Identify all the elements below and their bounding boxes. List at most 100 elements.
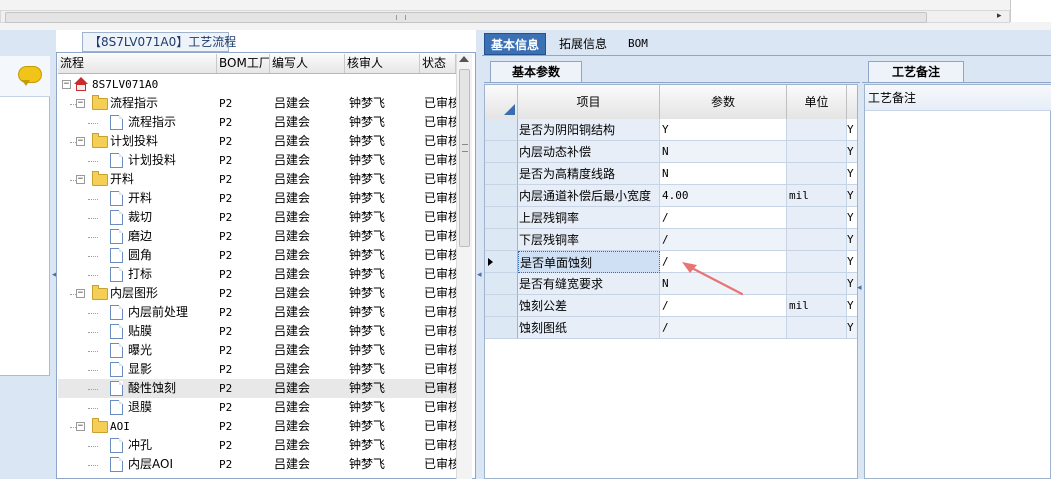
- grid-col-item[interactable]: 项目: [518, 85, 660, 119]
- tree-col-flow[interactable]: 流程: [58, 54, 217, 73]
- tab-process-note[interactable]: 工艺备注: [868, 61, 964, 83]
- grid-row[interactable]: 是否为阴阳铜结构 Y Y: [485, 119, 857, 141]
- tree-row[interactable]: 内层AOI P2 吕建会 钟梦飞 已审核: [58, 455, 456, 474]
- tree-cell-reviewer: 钟梦飞: [349, 248, 386, 262]
- grid-row[interactable]: 内层通道补偿后最小宽度 4.00 mil Y: [485, 185, 857, 207]
- collapse-toggle-icon[interactable]: −: [76, 175, 85, 184]
- tree-cell-reviewer: 钟梦飞: [349, 172, 386, 186]
- row-indicator[interactable]: [485, 317, 518, 339]
- grid-cell-param[interactable]: N: [660, 163, 787, 185]
- tab-bom[interactable]: BOM: [622, 33, 654, 55]
- tree-cell-bom: P2: [219, 97, 233, 110]
- folder-icon: [92, 133, 108, 148]
- tree-row[interactable]: − 8S7LV071A0: [58, 75, 456, 94]
- splitter-arrow-icon[interactable]: ◂: [477, 270, 482, 280]
- tree-title-tab[interactable]: 【8S7LV071A0】工艺流程: [82, 32, 236, 52]
- row-indicator[interactable]: [485, 273, 518, 295]
- tree-row[interactable]: 裁切 P2 吕建会 钟梦飞 已审核: [58, 208, 456, 227]
- tree-node-label: 冲孔: [128, 438, 153, 452]
- horizontal-scrollbar-thumb[interactable]: [5, 12, 927, 23]
- tree-row[interactable]: 退膜 P2 吕建会 钟梦飞 已审核: [58, 398, 456, 417]
- tree-row[interactable]: 磨边 P2 吕建会 钟梦飞 已审核: [58, 227, 456, 246]
- grid-cell-flag: Y: [847, 229, 857, 251]
- grid-cell-param[interactable]: N: [660, 141, 787, 163]
- grid-cell-param[interactable]: Y: [660, 119, 787, 141]
- tree-node-label: 开料: [128, 191, 153, 205]
- tree-row[interactable]: 显影 P2 吕建会 钟梦飞 已审核: [58, 360, 456, 379]
- scroll-grip-icon: [462, 144, 468, 152]
- tree-row[interactable]: 圆角 P2 吕建会 钟梦飞 已审核: [58, 246, 456, 265]
- row-indicator[interactable]: [485, 207, 518, 229]
- grid-row[interactable]: 是否单面蚀刻 / Y: [485, 251, 857, 273]
- document-icon: [110, 324, 123, 339]
- collapse-toggle-icon[interactable]: −: [76, 137, 85, 146]
- tree-node-label: 贴膜: [128, 324, 153, 338]
- tree-row[interactable]: 打标 P2 吕建会 钟梦飞 已审核: [58, 265, 456, 284]
- grid-col-extra[interactable]: [847, 85, 857, 119]
- row-indicator[interactable]: [485, 119, 518, 141]
- grid-header: 项目 参数 单位: [485, 85, 857, 120]
- tree-row[interactable]: 酸性蚀刻 P2 吕建会 钟梦飞 已审核: [58, 379, 456, 398]
- tree-node-label: 流程指示: [128, 115, 177, 129]
- tab-extended-info[interactable]: 拓展信息: [553, 33, 613, 55]
- grid-col-param[interactable]: 参数: [660, 85, 787, 119]
- tree-cell-status: 已审核: [424, 305, 456, 319]
- note-splitter-arrow-icon[interactable]: ◂: [857, 283, 862, 293]
- tree-vertical-scrollbar[interactable]: [456, 54, 472, 479]
- tree-row[interactable]: 贴膜 P2 吕建会 钟梦飞 已审核: [58, 322, 456, 341]
- row-indicator[interactable]: [485, 229, 518, 251]
- grid-cell-param[interactable]: 4.00: [660, 185, 787, 207]
- collapse-toggle-icon[interactable]: −: [76, 422, 85, 431]
- grid-cell-param[interactable]: /: [660, 295, 787, 317]
- tree-row[interactable]: − 开料 P2 吕建会 钟梦飞 已审核: [58, 170, 456, 189]
- row-indicator[interactable]: [485, 251, 518, 273]
- scroll-up-arrow-icon[interactable]: [459, 56, 469, 62]
- row-indicator[interactable]: [485, 141, 518, 163]
- tree-row[interactable]: 曝光 P2 吕建会 钟梦飞 已审核: [58, 341, 456, 360]
- tree-cell-bom: P2: [219, 382, 233, 395]
- grid-row[interactable]: 蚀刻公差 / mil Y: [485, 295, 857, 317]
- grid-cell-param[interactable]: /: [660, 317, 787, 339]
- document-icon: [110, 438, 123, 453]
- tree-row[interactable]: − 计划投料 P2 吕建会 钟梦飞 已审核: [58, 132, 456, 151]
- horizontal-scrollbar[interactable]: ▸: [0, 10, 1010, 23]
- row-indicator[interactable]: [485, 163, 518, 185]
- tree-row[interactable]: 计划投料 P2 吕建会 钟梦飞 已审核: [58, 151, 456, 170]
- scroll-grip-icon: [396, 15, 406, 20]
- grid-row[interactable]: 内层动态补偿 N Y: [485, 141, 857, 163]
- document-icon: [110, 343, 123, 358]
- grid-row[interactable]: 蚀刻图纸 / Y: [485, 317, 857, 339]
- tree-row[interactable]: 开料 P2 吕建会 钟梦飞 已审核: [58, 189, 456, 208]
- tree-row[interactable]: − 流程指示 P2 吕建会 钟梦飞 已审核: [58, 94, 456, 113]
- collapse-toggle-icon[interactable]: −: [76, 289, 85, 298]
- grid-row[interactable]: 下层残铜率 / Y: [485, 229, 857, 251]
- row-indicator[interactable]: [485, 295, 518, 317]
- row-indicator[interactable]: [485, 185, 518, 207]
- grid-cell-param[interactable]: /: [660, 207, 787, 229]
- process-note-body[interactable]: [864, 84, 1051, 479]
- collapse-toggle-icon[interactable]: −: [76, 99, 85, 108]
- grid-col-unit[interactable]: 单位: [787, 85, 847, 119]
- tree-cell-bom: P2: [219, 325, 233, 338]
- tree-col-writer[interactable]: 编写人: [270, 54, 345, 73]
- tree-col-status[interactable]: 状态: [420, 54, 456, 73]
- tree-row[interactable]: − 内层图形 P2 吕建会 钟梦飞 已审核: [58, 284, 456, 303]
- tab-basic-info[interactable]: 基本信息: [484, 33, 547, 55]
- tree-row[interactable]: − AOI P2 吕建会 钟梦飞 已审核: [58, 417, 456, 436]
- tree-scrollbar-thumb[interactable]: [459, 69, 470, 247]
- grid-row[interactable]: 上层残铜率 / Y: [485, 207, 857, 229]
- tree-col-reviewer[interactable]: 核审人: [345, 54, 420, 73]
- tree-col-bom[interactable]: BOM工厂: [217, 54, 270, 73]
- tree-row[interactable]: 冲孔 P2 吕建会 钟梦飞 已审核: [58, 436, 456, 455]
- tree-node-label: 内层AOI: [128, 457, 173, 471]
- tab-basic-params[interactable]: 基本参数: [490, 61, 582, 83]
- grid-row[interactable]: 是否为高精度线路 N Y: [485, 163, 857, 185]
- grid-cell-param[interactable]: /: [660, 229, 787, 251]
- tree-row[interactable]: 流程指示 P2 吕建会 钟梦飞 已审核: [58, 113, 456, 132]
- tree-cell-writer: 吕建会: [274, 362, 311, 376]
- tree-row[interactable]: 内层前处理 P2 吕建会 钟梦飞 已审核: [58, 303, 456, 322]
- grid-row[interactable]: 是否有缝宽要求 N Y: [485, 273, 857, 295]
- tree-connector: [88, 465, 98, 466]
- scroll-right-arrow-icon[interactable]: ▸: [997, 11, 1002, 21]
- collapse-toggle-icon[interactable]: −: [62, 80, 71, 89]
